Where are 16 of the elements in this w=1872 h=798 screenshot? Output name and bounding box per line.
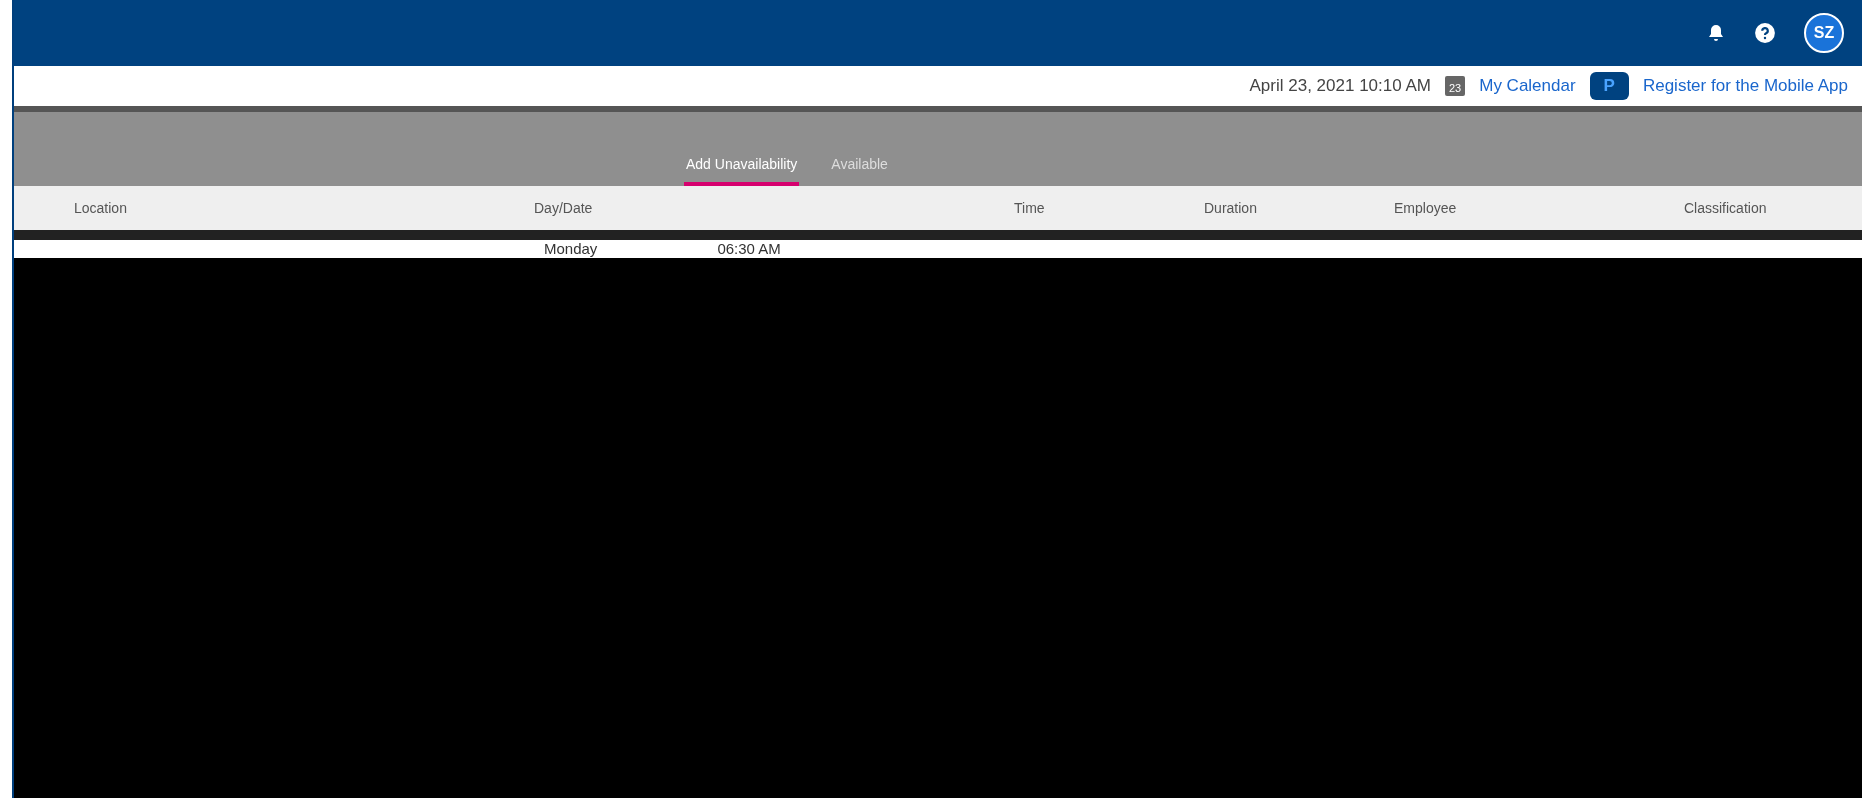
column-header[interactable]: Employee xyxy=(1394,200,1684,216)
notification-bell-icon[interactable] xyxy=(1706,23,1726,43)
user-avatar[interactable]: SZ xyxy=(1804,13,1844,53)
column-header[interactable]: Day/Date xyxy=(534,200,1014,216)
column-header[interactable]: Time xyxy=(1014,200,1204,216)
help-icon[interactable] xyxy=(1754,22,1776,44)
register-mobile-app-link[interactable]: Register for the Mobile App xyxy=(1642,76,1848,96)
column-header[interactable]: Duration xyxy=(1204,200,1394,216)
calendar-icon: 23 xyxy=(1444,76,1466,96)
column-header[interactable]: Location xyxy=(74,200,534,216)
table-cell: 06:30 AM xyxy=(717,240,781,258)
table-cell: Monday xyxy=(544,240,598,258)
my-calendar-link[interactable]: My Calendar xyxy=(1479,76,1576,96)
column-header[interactable]: Classification xyxy=(1684,200,1862,216)
current-datetime: April 23, 2021 10:10 AM xyxy=(1249,76,1431,96)
app-icon: P xyxy=(1589,72,1629,100)
